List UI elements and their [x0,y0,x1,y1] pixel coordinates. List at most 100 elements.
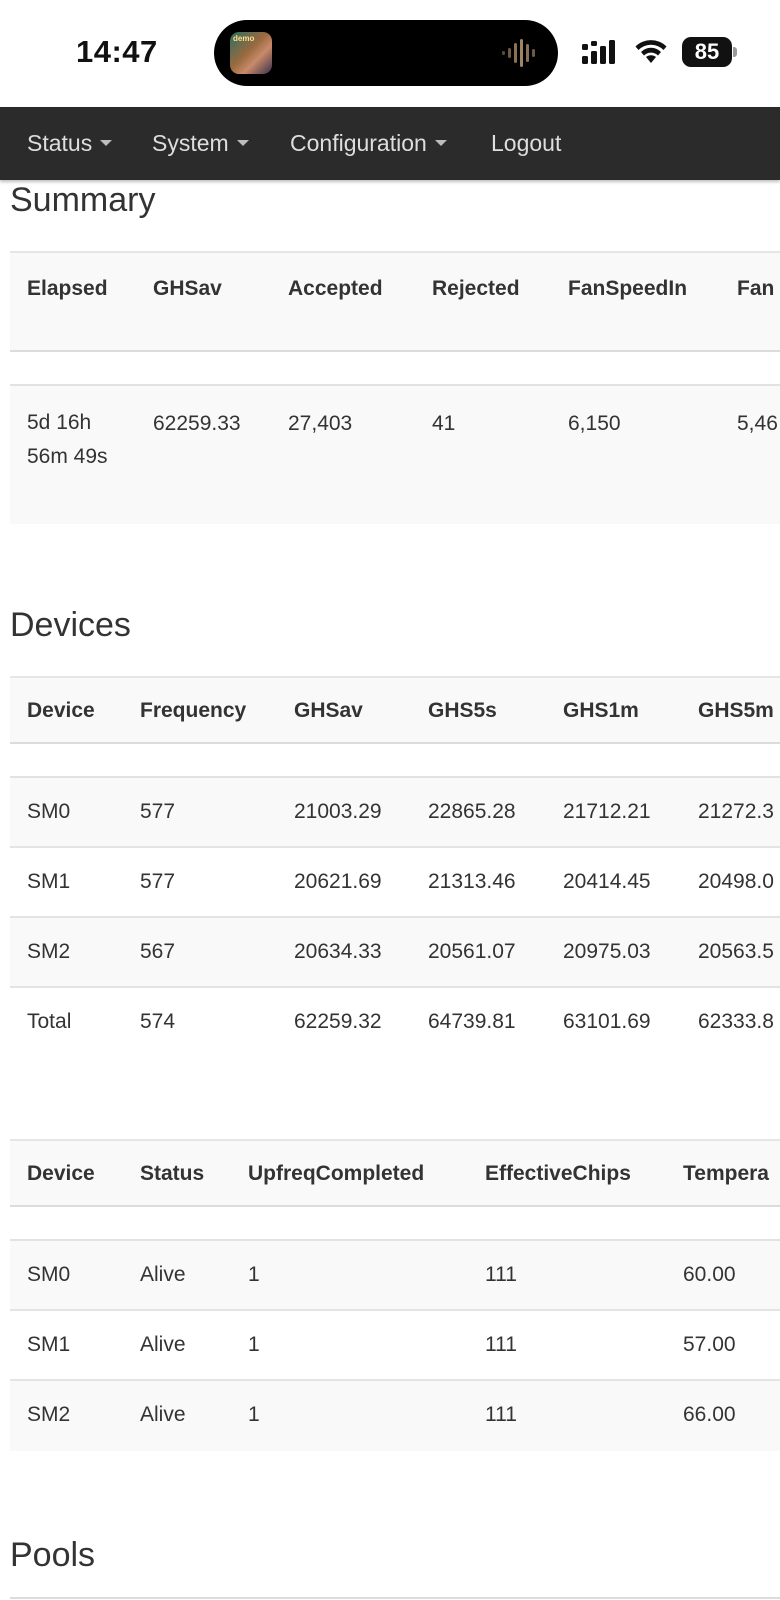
col-ghs1m: GHS1m [563,699,639,722]
elapsed-value: 5d 16h 56m 49s [27,411,108,468]
col-device: Device [27,1162,95,1185]
col-rejected: Rejected [432,277,520,300]
chain-header-row: Device Status UpfreqCompleted EffectiveC… [10,1139,780,1207]
rejected-value: 41 [432,412,456,435]
col-ghsav: GHSav [294,699,363,722]
clock-time: 14:47 [76,34,158,69]
wifi-icon [635,40,667,63]
dynamic-island[interactable]: demo [214,20,558,86]
ghs5s-value: 22865.28 [428,800,516,823]
now-playing-artwork-icon: demo [230,32,272,74]
ghs1m-value: 20975.03 [563,940,651,963]
col-accepted: Accepted [288,277,383,300]
caret-down-icon [236,139,249,146]
nav-status-menu[interactable]: Status [27,107,113,180]
audio-waveform-icon [502,39,535,67]
status-value: Alive [140,1333,186,1356]
table-row: SM2 Alive 1 111 66.00 [10,1381,780,1451]
col-device: Device [27,699,95,722]
ghsav-value: 62259.33 [153,412,241,435]
ghs1m-value: 20414.45 [563,870,651,893]
effective-chips-value: 111 [485,1263,517,1286]
ghs5m-value: 20563.5 [698,940,774,963]
frequency-value: 577 [140,870,176,893]
nav-configuration-label: Configuration [290,130,427,156]
ghs1m-value: 21712.21 [563,800,651,823]
status-value: Alive [140,1263,186,1286]
col-status: Status [140,1162,205,1185]
device-name: SM0 [27,1263,71,1286]
col-effectivechips: EffectiveChips [485,1162,631,1185]
upfreq-value: 1 [248,1403,260,1426]
temperature-value: 60.00 [683,1263,736,1286]
pools-heading: Pools [10,1536,96,1574]
col-upfreqcompleted: UpfreqCompleted [248,1162,425,1185]
ghs5m-value: 21272.3 [698,800,774,823]
col-elapsed: Elapsed [27,277,108,300]
nav-status-label: Status [27,130,93,156]
ios-status-bar: 14:47 demo 85 [0,0,780,106]
col-temperature: Tempera [683,1162,769,1185]
devices-table: Device Frequency GHSav GHS5s GHS1m GHS5m… [10,676,780,1074]
table-row: SM1 577 20621.69 21313.46 20414.45 20498… [10,848,780,918]
device-name: SM2 [27,940,71,963]
battery-level: 85 [694,39,720,64]
battery-icon: 85 [682,37,738,67]
table-spacer-row [10,352,780,386]
col-ghs5m: GHS5m [698,699,774,722]
col-ghsav: GHSav [153,277,222,300]
device-name: SM2 [27,1403,71,1426]
pools-table-top-border [10,1597,780,1599]
devices-header-row: Device Frequency GHSav GHS5s GHS1m GHS5m [10,676,780,744]
ghsav-value: 20621.69 [294,870,382,893]
table-spacer-row [10,1207,780,1241]
artwork-text: demo [233,34,255,43]
cellular-signal-icon [582,40,615,64]
ghs5m-value: 20498.0 [698,870,774,893]
nav-system-label: System [152,130,229,156]
ghs5m-value: 62333.8 [698,1010,774,1033]
ghsav-value: 20634.33 [294,940,382,963]
device-name: SM0 [27,800,71,823]
nav-logout-label: Logout [491,130,562,156]
caret-down-icon [100,139,113,146]
summary-header-row: Elapsed GHSav Accepted Rejected FanSpeed… [10,251,780,352]
col-fanspeedin: FanSpeedIn [568,277,688,300]
status-value: Alive [140,1403,186,1426]
chain-status-table: Device Status UpfreqCompleted EffectiveC… [10,1139,780,1451]
ghs1m-value: 63101.69 [563,1010,651,1033]
nav-configuration-menu[interactable]: Configuration [290,107,447,180]
temperature-value: 57.00 [683,1333,736,1356]
fan-value: 5,46 [737,412,778,435]
ghs5s-value: 64739.81 [428,1010,516,1033]
ghsav-value: 21003.29 [294,800,382,823]
top-navbar: Status System Configuration Logout [0,107,780,180]
table-spacer-row [10,744,780,778]
ghs5s-value: 21313.46 [428,870,516,893]
device-name: SM1 [27,1333,71,1356]
nav-logout-link[interactable]: Logout [491,107,561,180]
nav-system-menu[interactable]: System [152,107,249,180]
summary-heading: Summary [10,181,156,219]
device-name: SM1 [27,870,71,893]
accepted-value: 27,403 [288,412,353,435]
effective-chips-value: 111 [485,1333,517,1356]
table-row-total: Total 574 62259.32 64739.81 63101.69 623… [10,988,780,1058]
ghs5s-value: 20561.07 [428,940,516,963]
device-name: Total [27,1010,72,1033]
frequency-value: 567 [140,940,176,963]
col-fan: Fan [737,277,775,300]
effective-chips-value: 111 [485,1403,517,1426]
fanspeedin-value: 6,150 [568,412,621,435]
table-row: SM2 567 20634.33 20561.07 20975.03 20563… [10,918,780,988]
table-row: 5d 16h 56m 49s 62259.33 27,403 41 6,150 … [10,386,780,524]
frequency-value: 574 [140,1010,176,1033]
upfreq-value: 1 [248,1263,260,1286]
frequency-value: 577 [140,800,176,823]
table-row: SM1 Alive 1 111 57.00 [10,1311,780,1381]
table-row: SM0 Alive 1 111 60.00 [10,1241,780,1311]
devices-heading: Devices [10,606,131,644]
table-row: SM0 577 21003.29 22865.28 21712.21 21272… [10,778,780,848]
summary-table: Elapsed GHSav Accepted Rejected FanSpeed… [10,251,780,524]
ghsav-value: 62259.32 [294,1010,382,1033]
